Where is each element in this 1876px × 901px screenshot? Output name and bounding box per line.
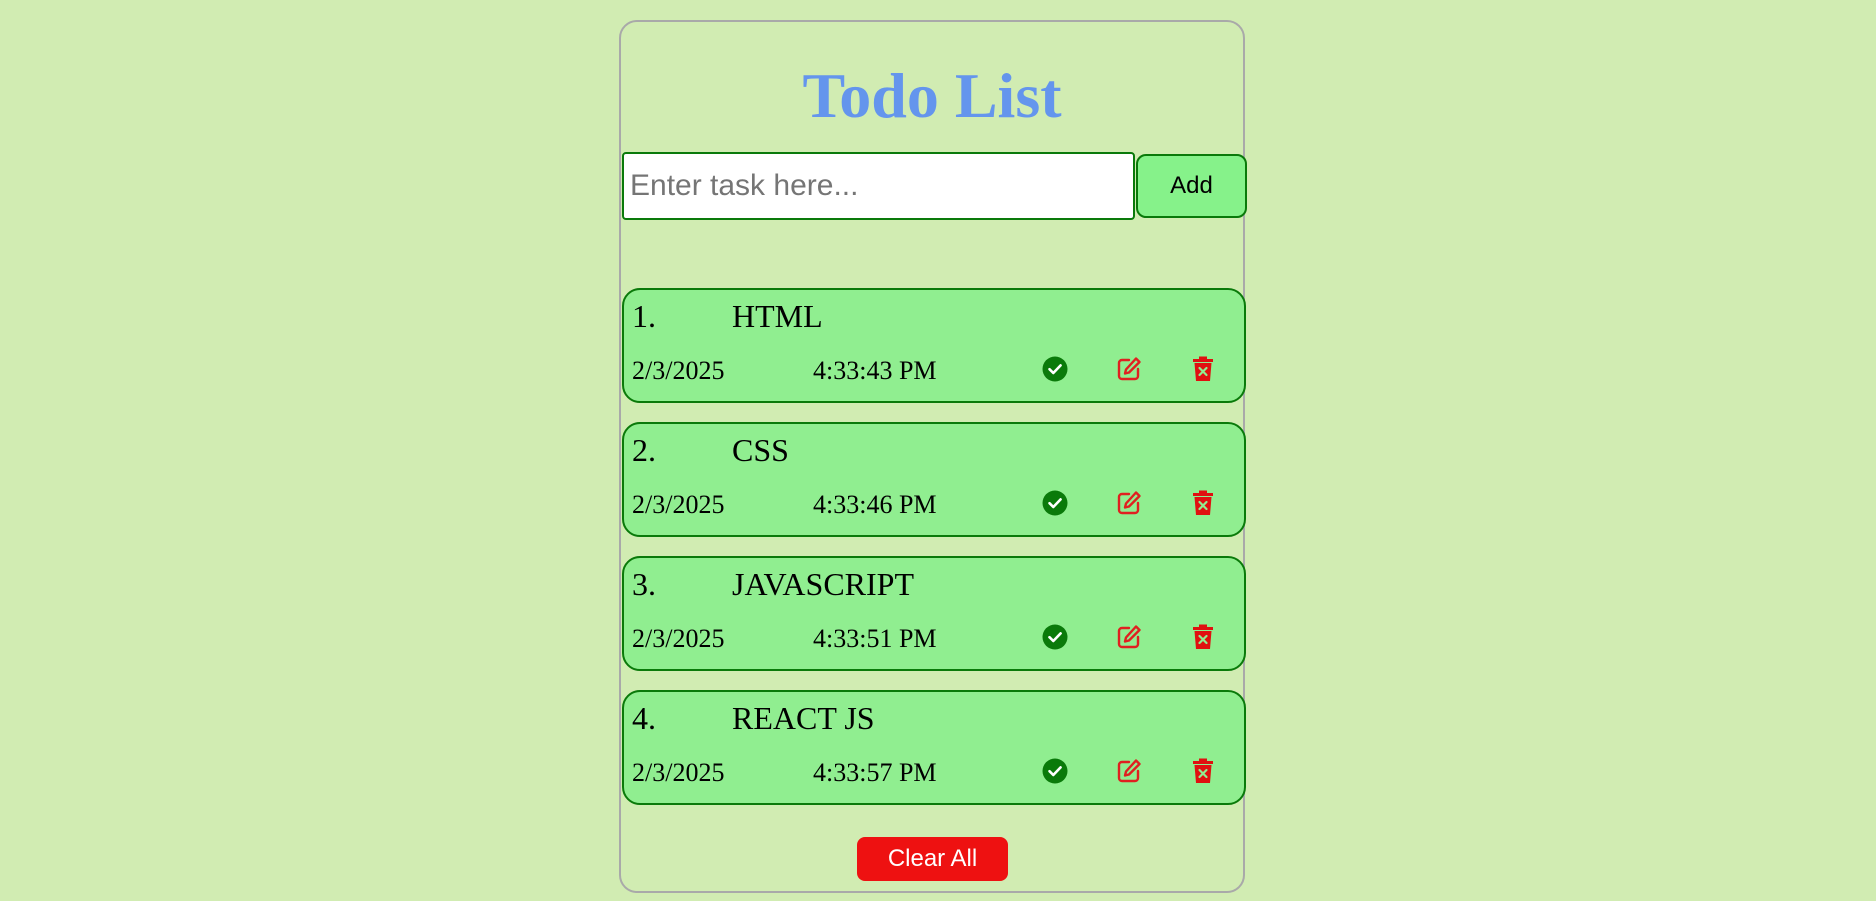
check-circle-icon[interactable] [1040, 622, 1070, 652]
todo-date: 2/3/2025 [632, 758, 725, 787]
trash-icon[interactable] [1188, 488, 1218, 518]
check-circle-icon[interactable] [1040, 756, 1070, 786]
todo-number: 3. [632, 566, 656, 602]
check-circle-icon[interactable] [1040, 488, 1070, 518]
edit-icon[interactable] [1114, 622, 1144, 652]
todo-text: JAVASCRIPT [732, 566, 915, 602]
edit-icon[interactable] [1114, 756, 1144, 786]
trash-icon[interactable] [1188, 622, 1218, 652]
add-button[interactable]: Add [1136, 154, 1247, 218]
todo-date: 2/3/2025 [632, 624, 725, 653]
check-circle-icon[interactable] [1040, 354, 1070, 384]
todo-time: 4:33:51 PM [813, 624, 937, 653]
todo-date: 2/3/2025 [632, 356, 725, 385]
edit-icon[interactable] [1114, 488, 1144, 518]
trash-icon[interactable] [1188, 756, 1218, 786]
todo-time: 4:33:46 PM [813, 490, 937, 519]
todo-number: 1. [632, 298, 656, 334]
trash-icon[interactable] [1188, 354, 1218, 384]
todo-date: 2/3/2025 [632, 490, 725, 519]
todo-text: REACT JS [732, 700, 875, 736]
todo-item: 1. HTML 2/3/2025 4:33:43 PM [622, 288, 1246, 403]
clear-all-button[interactable]: Clear All [857, 837, 1008, 881]
todo-time: 4:33:57 PM [813, 758, 937, 787]
page-title: Todo List [802, 60, 1062, 131]
todo-number: 2. [632, 432, 656, 468]
todo-item: 2. CSS 2/3/2025 4:33:46 PM [622, 422, 1246, 537]
todo-item: 3. JAVASCRIPT 2/3/2025 4:33:51 PM [622, 556, 1246, 671]
todo-text: CSS [732, 432, 789, 468]
todo-number: 4. [632, 700, 656, 736]
todo-item: 4. REACT JS 2/3/2025 4:33:57 PM [622, 690, 1246, 805]
todo-text: HTML [732, 298, 823, 334]
todo-list: 1. HTML 2/3/2025 4:33:43 PM 2. CSS 2/3/2… [622, 288, 1246, 824]
task-input[interactable] [622, 152, 1135, 220]
todo-container: Todo List Add 1. HTML 2/3/2025 4:33:43 P… [619, 20, 1247, 893]
edit-icon[interactable] [1114, 354, 1144, 384]
todo-time: 4:33:43 PM [813, 356, 937, 385]
